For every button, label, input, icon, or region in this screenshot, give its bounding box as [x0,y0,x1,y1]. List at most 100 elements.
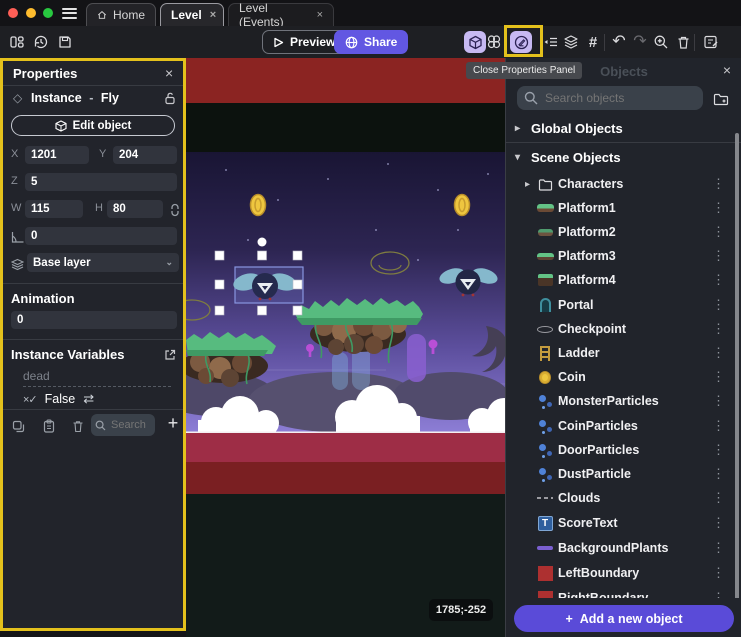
item-menu-icon[interactable]: ⋮ [712,442,725,458]
section-label: Scene Objects [531,150,621,165]
save-icon[interactable] [54,31,76,53]
object-item[interactable]: Checkpoint⋮ [506,317,734,341]
object-item[interactable]: MonsterParticles⋮ [506,389,734,413]
item-menu-icon[interactable]: ⋮ [712,565,725,581]
link-dimensions-icon[interactable] [166,201,184,219]
item-menu-icon[interactable]: ⋮ [712,200,725,216]
item-menu-icon[interactable]: ⋮ [712,297,725,313]
object-item[interactable]: CoinParticles⋮ [506,414,734,438]
close-panel-icon[interactable]: × [165,65,173,81]
caret-right-icon: ▸ [525,179,530,190]
item-menu-icon[interactable]: ⋮ [712,418,725,434]
grid-icon[interactable]: # [582,31,604,53]
separator: - [85,91,97,105]
copy-icon[interactable] [9,417,27,435]
properties-title: Properties [13,66,77,81]
item-menu-icon[interactable]: ⋮ [712,466,725,482]
tab-label: Home [113,8,145,22]
instances-list-icon[interactable] [540,31,562,53]
item-menu-icon[interactable]: ⋮ [712,515,725,531]
open-variables-icon[interactable] [161,346,179,364]
close-tab-icon[interactable]: × [317,9,323,21]
object-item[interactable]: Portal⋮ [506,293,734,317]
toggle-value-icon[interactable]: ⇄ [83,391,94,407]
platform-thumbnail-icon [536,199,554,217]
item-menu-icon[interactable]: ⋮ [712,272,725,288]
plus-icon: + [565,612,572,626]
item-menu-icon[interactable]: ⋮ [712,321,725,337]
object-item[interactable]: Ladder⋮ [506,341,734,365]
object-item[interactable]: Clouds⋮ [506,486,734,510]
section-scene-objects[interactable]: ▾ Scene Objects [506,147,738,167]
platform-thumbnail-icon [536,247,554,265]
object-item[interactable]: Platform1⋮ [506,196,734,220]
folder-icon [536,175,554,193]
window-close-icon[interactable] [8,8,18,18]
item-menu-icon[interactable]: ⋮ [712,540,725,556]
add-variable-button[interactable]: + [163,413,183,434]
item-menu-icon[interactable]: ⋮ [712,393,725,409]
item-menu-icon[interactable]: ⋮ [712,176,725,192]
object-item-folder[interactable]: ▸ Characters ⋮ [506,172,734,196]
edit-pencil-icon[interactable] [510,31,532,53]
variable-value[interactable]: False [45,392,76,406]
object-item[interactable]: DoorParticles⋮ [506,438,734,462]
tab-level[interactable]: Level × [160,3,224,26]
angle-input[interactable] [25,227,177,245]
layers-icon[interactable] [560,31,582,53]
item-menu-icon[interactable]: ⋮ [712,224,725,240]
app-window: Home Level × Level (Events) × Preview [0,0,741,637]
window-zoom-icon[interactable] [43,8,53,18]
object-item[interactable]: Platform2⋮ [506,220,734,244]
redo-icon[interactable]: ↷ [629,31,651,53]
history-icon[interactable] [30,31,52,53]
w-input[interactable] [25,200,83,218]
toolbar-divider [694,34,695,51]
h-input[interactable] [107,200,163,218]
trash-icon[interactable] [69,417,87,435]
close-objects-panel-icon[interactable]: × [723,62,731,78]
variable-name[interactable]: dead [23,369,171,387]
item-menu-icon[interactable]: ⋮ [712,369,725,385]
item-menu-icon[interactable]: ⋮ [712,345,725,361]
object-item[interactable]: Coin⋮ [506,365,734,389]
add-folder-icon[interactable] [710,89,732,109]
objects-group-icon[interactable] [483,31,505,53]
window-minimize-icon[interactable] [26,8,36,18]
notes-icon[interactable] [700,31,722,53]
play-icon [273,37,284,48]
object-item[interactable]: DustParticle⋮ [506,462,734,486]
undo-icon[interactable]: ↶ [608,31,630,53]
object-item[interactable]: LeftBoundary⋮ [506,561,734,585]
item-menu-icon[interactable]: ⋮ [712,490,725,506]
layer-dropdown[interactable]: Base layer ⌄ [27,253,179,272]
zoom-in-icon[interactable] [650,31,672,53]
edit-object-button[interactable]: Edit object [11,115,175,136]
text-thumbnail-icon: T [536,514,554,532]
section-global-objects[interactable]: ▸ Global Objects [506,118,738,138]
main-menu-icon[interactable] [62,5,77,20]
tab-level-events[interactable]: Level (Events) × [228,3,334,26]
paste-icon[interactable] [40,417,58,435]
object-item[interactable]: Platform4⋮ [506,268,734,292]
unlock-icon[interactable] [161,89,179,107]
search-objects-input[interactable] [517,86,703,110]
object-item[interactable]: BackgroundPlants⋮ [506,536,734,560]
item-menu-icon[interactable]: ⋮ [712,248,725,264]
add-new-object-button[interactable]: + Add a new object [514,605,734,632]
x-input[interactable] [25,146,89,164]
animation-heading: Animation [11,291,75,306]
object-item[interactable]: Platform3⋮ [506,244,734,268]
tab-home[interactable]: Home [86,3,156,26]
share-label: Share [364,35,397,49]
delete-icon[interactable] [672,31,694,53]
panels-icon[interactable] [6,31,28,53]
z-input[interactable] [25,173,177,191]
boolean-type-icon: ×✓ [23,393,37,406]
y-input[interactable] [113,146,177,164]
scrollbar[interactable] [735,133,739,630]
share-button[interactable]: Share [334,30,408,54]
close-tab-icon[interactable]: × [210,9,216,21]
object-item[interactable]: TScoreText⋮ [506,511,734,535]
animation-input[interactable] [11,311,177,329]
